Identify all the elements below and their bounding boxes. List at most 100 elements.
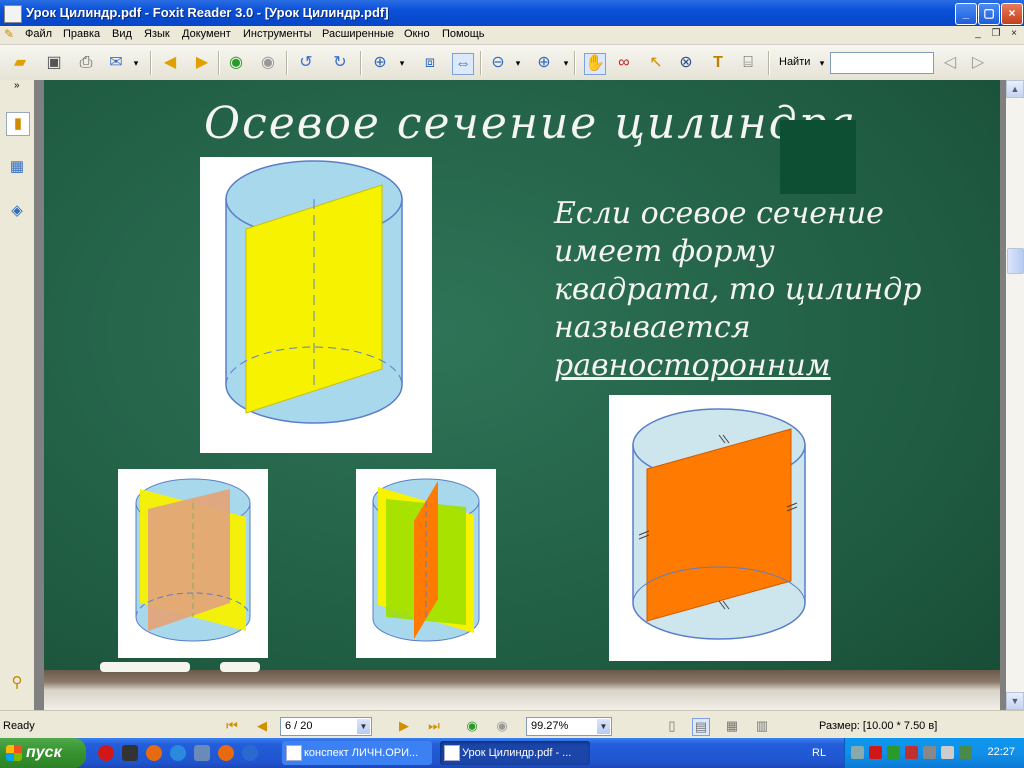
layers-icon[interactable]: ◈ (6, 200, 28, 222)
page-number-field[interactable]: 6 / 20 ▼ (280, 717, 372, 736)
find-label[interactable]: Найти (779, 56, 810, 68)
menu-file[interactable]: Файл (25, 28, 52, 40)
chevron-down-icon[interactable]: ▾ (812, 53, 832, 73)
select-arrow-icon[interactable]: ↖ (646, 53, 666, 73)
zoom-out-icon[interactable]: ⊖ (488, 53, 508, 73)
last-page-icon[interactable]: ⏭ (426, 718, 442, 734)
cylinder-yellow-section-svg (225, 160, 403, 424)
chalk-stick (100, 662, 190, 672)
fit-width-icon[interactable]: ⇔ (452, 53, 474, 75)
opera-tray-icon[interactable] (869, 746, 882, 759)
toolbar: ▰ ▣ ⎙ ✉ ▾ ◀ ▶ ◉ ◉ ↺ ↻ ⊕ ▾ ⧈ ⇔ ⊖ ▾ ⊕ ▾ ✋ … (0, 45, 1024, 81)
taskbar-item-foxit[interactable]: Урок Цилиндр.pdf - ... (440, 741, 590, 765)
chevron-down-icon[interactable]: ▼ (357, 719, 370, 734)
tray-app-icon[interactable] (923, 746, 936, 759)
mdi-minimize-button[interactable]: _ (972, 28, 984, 40)
firefox-icon[interactable] (146, 745, 162, 761)
hand-tool-icon[interactable]: ✋ (584, 53, 606, 75)
internet-explorer-icon[interactable] (170, 745, 186, 761)
zoom-in-icon[interactable]: ⊕ (534, 53, 554, 73)
forward-icon[interactable]: ◉ (494, 718, 510, 734)
text-tool-icon[interactable]: T (708, 53, 728, 73)
cylinder-multi-section-svg (372, 478, 480, 642)
toolbar-separator (574, 51, 576, 75)
close-button[interactable]: × (1001, 3, 1023, 25)
safely-remove-icon[interactable] (959, 746, 972, 759)
find-next-icon[interactable]: ▷ (968, 53, 988, 73)
antivirus-icon[interactable] (887, 746, 900, 759)
binoculars-icon[interactable]: ⊗ (676, 53, 696, 73)
first-page-icon[interactable]: ⏮ (224, 718, 240, 734)
chevron-down-icon[interactable]: ▾ (556, 53, 576, 73)
menu-document[interactable]: Документ (182, 28, 231, 40)
minimize-button[interactable]: _ (955, 3, 977, 25)
vertical-scrollbar[interactable]: ▲ ▼ (1006, 80, 1024, 710)
save-icon[interactable]: ▣ (44, 53, 64, 73)
document-view[interactable]: Осевое сечение цилиндра Если осевое сече… (34, 80, 1006, 710)
menu-view[interactable]: Вид (112, 28, 132, 40)
clock[interactable]: 22:27 (987, 746, 1015, 758)
scroll-down-button[interactable]: ▼ (1006, 692, 1024, 710)
continuous-facing-icon[interactable]: ▥ (754, 718, 770, 734)
volume-icon[interactable] (941, 746, 954, 759)
rotate-left-icon[interactable]: ↺ (296, 53, 316, 73)
email-icon[interactable]: ✉ (106, 53, 126, 73)
menu-edit[interactable]: Правка (63, 28, 100, 40)
mdi-close-button[interactable]: × (1008, 28, 1020, 40)
network-icon[interactable] (851, 746, 864, 759)
single-page-icon[interactable]: ▯ (664, 718, 680, 734)
zoom-value: 99.27% (531, 720, 569, 732)
scroll-up-button[interactable]: ▲ (1006, 80, 1024, 98)
chevron-down-icon[interactable]: ▾ (126, 53, 146, 73)
start-button[interactable]: пуск (0, 738, 86, 768)
menu-tools[interactable]: Инструменты (243, 28, 312, 40)
expand-panel-icon[interactable]: » (14, 80, 20, 91)
media-icon[interactable] (122, 745, 138, 761)
menu-window[interactable]: Окно (404, 28, 430, 40)
firefox-icon[interactable] (218, 745, 234, 761)
zoom-field[interactable]: 99.27% ▼ (526, 717, 612, 736)
find-previous-icon[interactable]: ◁ (940, 53, 960, 73)
continuous-page-icon[interactable]: ▤ (692, 718, 710, 736)
messenger-icon[interactable] (242, 745, 258, 761)
menu-help[interactable]: Помощь (442, 28, 485, 40)
open-folder-icon[interactable]: ▰ (10, 53, 30, 73)
fit-page-icon[interactable]: ⧈ (420, 53, 440, 73)
next-page-icon[interactable]: ▶ (396, 718, 412, 734)
menu-language[interactable]: Язык (144, 28, 170, 40)
document-icon: ✎ (4, 27, 15, 41)
bookmarks-icon[interactable]: ▮ (6, 112, 30, 136)
next-arrow-icon[interactable]: ▶ (192, 53, 212, 73)
previous-page-icon[interactable]: ◀ (254, 718, 270, 734)
toolbar-separator (480, 51, 482, 75)
snapshot-camera-icon[interactable]: ⌸ (738, 53, 758, 73)
scroll-thumb[interactable] (1007, 248, 1024, 274)
find-input[interactable] (830, 52, 934, 74)
chalkboard-ledge (44, 670, 1000, 710)
back-icon[interactable]: ◉ (226, 53, 246, 73)
maximize-button[interactable]: ▢ (978, 3, 1000, 25)
text-line: имеет форму (554, 234, 775, 269)
chevron-down-icon[interactable]: ▾ (508, 53, 528, 73)
zoom-in-magnifier-icon[interactable]: ⊕ (370, 53, 390, 73)
previous-arrow-icon[interactable]: ◀ (160, 53, 180, 73)
tray-app-icon[interactable] (905, 746, 918, 759)
rotate-right-icon[interactable]: ↻ (330, 53, 350, 73)
taskbar-item-word[interactable]: конспект ЛИЧН.ОРИ... (282, 741, 432, 765)
glasses-icon[interactable]: ∞ (614, 53, 634, 73)
chevron-down-icon[interactable]: ▼ (597, 719, 610, 734)
chevron-down-icon[interactable]: ▾ (392, 53, 412, 73)
language-indicator[interactable]: RL (812, 747, 826, 759)
mdi-restore-button[interactable]: ❐ (990, 28, 1002, 40)
show-desktop-icon[interactable] (194, 745, 210, 761)
attachments-paperclip-icon[interactable]: ⚲ (6, 672, 28, 694)
menu-advanced[interactable]: Расширенные (322, 28, 394, 40)
foxit-app-icon[interactable] (4, 5, 22, 23)
back-icon[interactable]: ◉ (464, 718, 480, 734)
pages-thumbnails-icon[interactable]: ▦ (6, 156, 28, 178)
print-icon[interactable]: ⎙ (76, 53, 96, 73)
facing-pages-icon[interactable]: ▦ (724, 718, 740, 734)
forward-icon[interactable]: ◉ (258, 53, 278, 73)
opera-icon[interactable] (98, 745, 114, 761)
window-title: Урок Цилиндр.pdf - Foxit Reader 3.0 - [У… (26, 5, 389, 20)
